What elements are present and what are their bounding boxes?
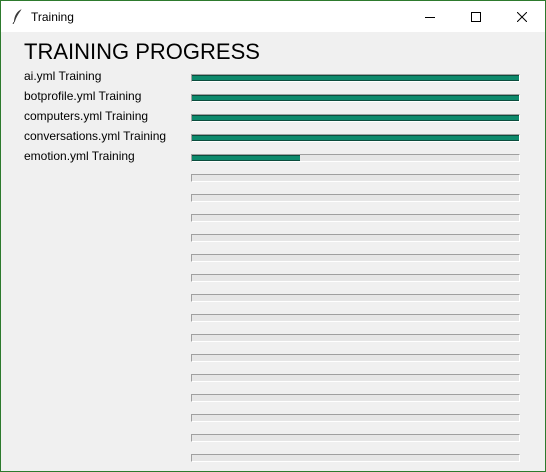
- progress-row: [1, 326, 545, 346]
- progress-row: [1, 246, 545, 266]
- progress-label: botprofile.yml Training: [24, 89, 142, 103]
- progress-row: [1, 446, 545, 466]
- progress-row: botprofile.yml Training: [1, 86, 545, 106]
- progress-bar: [191, 254, 520, 262]
- progress-fill: [192, 155, 300, 161]
- progress-bar: [191, 74, 520, 82]
- progress-bar: [191, 414, 520, 422]
- progress-row: emotion.yml Training: [1, 146, 545, 166]
- progress-row: ai.yml Training: [1, 66, 545, 86]
- page-title: TRAINING PROGRESS: [24, 39, 260, 64]
- progress-bar: [191, 454, 520, 462]
- app-window: Training TRAINING PROGRESS ai.yml Traini…: [0, 0, 546, 472]
- title-bar[interactable]: Training: [1, 1, 545, 32]
- progress-bar: [191, 314, 520, 322]
- window-title: Training: [31, 10, 74, 24]
- progress-fill: [192, 75, 519, 81]
- progress-bar: [191, 134, 520, 142]
- progress-bar: [191, 234, 520, 242]
- maximize-button[interactable]: [453, 1, 499, 32]
- progress-row: [1, 206, 545, 226]
- maximize-icon: [471, 11, 481, 22]
- progress-fill: [192, 135, 519, 141]
- training-panel: TRAINING PROGRESS ai.yml Training botprof…: [1, 32, 545, 471]
- progress-bar: [191, 154, 520, 162]
- progress-bar: [191, 214, 520, 222]
- progress-bar: [191, 114, 520, 122]
- close-icon: [517, 11, 527, 22]
- progress-row: [1, 406, 545, 426]
- progress-bar: [191, 194, 520, 202]
- minimize-button[interactable]: [407, 1, 453, 32]
- progress-label: ai.yml Training: [24, 69, 102, 83]
- progress-fill: [192, 95, 519, 101]
- progress-bar: [191, 94, 520, 102]
- progress-row: [1, 186, 545, 206]
- progress-row: [1, 226, 545, 246]
- progress-row: [1, 166, 545, 186]
- progress-row: [1, 386, 545, 406]
- progress-row: conversations.yml Training: [1, 126, 545, 146]
- feather-icon: [11, 8, 25, 25]
- progress-row: [1, 266, 545, 286]
- minimize-icon: [425, 16, 435, 18]
- progress-label: emotion.yml Training: [24, 149, 135, 163]
- progress-label: computers.yml Training: [24, 109, 149, 123]
- progress-row: [1, 286, 545, 306]
- progress-row: [1, 426, 545, 446]
- progress-label: conversations.yml Training: [24, 129, 167, 143]
- progress-bar: [191, 394, 520, 402]
- progress-bar: [191, 334, 520, 342]
- progress-bar: [191, 374, 520, 382]
- progress-bar: [191, 274, 520, 282]
- progress-bar: [191, 354, 520, 362]
- progress-bar: [191, 174, 520, 182]
- progress-row: computers.yml Training: [1, 106, 545, 126]
- progress-row: [1, 366, 545, 386]
- progress-fill: [192, 115, 519, 121]
- progress-bar: [191, 294, 520, 302]
- close-button[interactable]: [499, 1, 545, 32]
- progress-row: [1, 306, 545, 326]
- progress-bar: [191, 434, 520, 442]
- progress-row: [1, 346, 545, 366]
